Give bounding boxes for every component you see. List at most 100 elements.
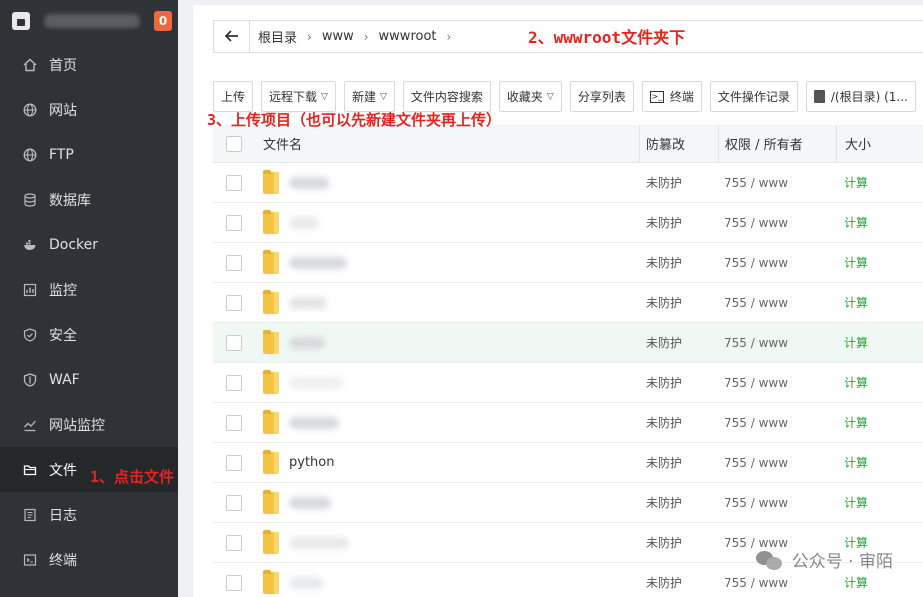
sidebar-item-security[interactable]: 安全 [0,312,178,357]
file-name-cell[interactable] [263,163,639,202]
new-button[interactable]: 新建 ▽ [343,81,395,112]
file-name-cell[interactable] [263,283,639,322]
file-name-cell[interactable] [263,483,639,522]
header-protect[interactable]: 防篡改 [639,125,718,162]
calc-size-link[interactable]: 计算 [836,283,923,322]
remote-download-button[interactable]: 远程下载 ▽ [261,81,336,112]
header-size[interactable]: 大小 [836,125,923,162]
select-all-checkbox[interactable] [226,135,242,152]
calc-size-link[interactable]: 计算 [836,443,923,482]
row-checkbox[interactable] [226,574,242,591]
protect-status[interactable]: 未防护 [639,283,718,322]
row-checkbox[interactable] [226,374,242,391]
permission-owner[interactable]: 755 / www [718,403,836,442]
share-list-button[interactable]: 分享列表 [569,81,634,112]
table-row[interactable]: 未防护 755 / www 计算 [213,363,923,403]
calc-size-link[interactable]: 计算 [836,203,923,242]
permission-owner[interactable]: 755 / www [718,483,836,522]
protect-status[interactable]: 未防护 [639,243,718,282]
protect-status[interactable]: 未防护 [639,163,718,202]
table-row[interactable]: 未防护 755 / www 计算 [213,283,923,323]
breadcrumb-root[interactable]: 根目录 [258,27,297,46]
protect-status[interactable]: 未防护 [639,483,718,522]
permission-owner[interactable]: 755 / www [718,243,836,282]
table-row[interactable]: 未防护 755 / www 计算 [213,323,923,363]
calc-size-link[interactable]: 计算 [836,243,923,282]
permission-owner[interactable]: 755 / www [718,163,836,202]
calc-size-link[interactable]: 计算 [836,403,923,442]
row-checkbox[interactable] [226,534,242,551]
table-row[interactable]: 未防护 755 / www 计算 [213,203,923,243]
file-name-cell[interactable]: python [263,443,639,482]
sidebar-item-monitor[interactable]: 监控 [0,267,178,312]
permission-owner[interactable]: 755 / www [718,363,836,402]
sidebar-item-label: 网站监控 [49,417,105,434]
favorites-button[interactable]: 收藏夹 ▽ [498,81,562,112]
sidebar-item-terminal[interactable]: 终端 [0,537,178,582]
upload-button[interactable]: 上传 [213,81,254,112]
terminal-button[interactable]: >_ 终端 [641,81,702,112]
protect-status[interactable]: 未防护 [639,403,718,442]
file-name-cell[interactable] [263,523,639,562]
content-search-button[interactable]: 文件内容搜索 [402,81,491,112]
sidebar-item-home[interactable]: 首页 [0,42,178,87]
file-name-cell[interactable] [263,403,639,442]
sidebar-item-ftp[interactable]: FTP [0,132,178,177]
folder-icon [263,249,279,274]
sidebar-item-label: Docker [49,236,99,253]
sidebar-item-site-monitor[interactable]: 网站监控 [0,402,178,447]
sidebar-item-database[interactable]: 数据库 [0,177,178,222]
header-filename[interactable]: 文件名 [263,125,639,162]
table-row[interactable]: python 未防护 755 / www 计算 [213,443,923,483]
file-name-cell[interactable] [263,243,639,282]
protect-status[interactable]: 未防护 [639,363,718,402]
row-checkbox[interactable] [226,174,242,191]
calc-size-link[interactable]: 计算 [836,163,923,202]
table-row[interactable]: 未防护 755 / www 计算 [213,483,923,523]
sidebar-item-logs[interactable]: 日志 [0,492,178,537]
folder-icon [23,463,37,477]
permission-owner[interactable]: 755 / www [718,203,836,242]
calc-size-link[interactable]: 计算 [836,483,923,522]
file-name-cell[interactable] [263,363,639,402]
row-checkbox[interactable] [226,214,242,231]
protect-status[interactable]: 未防护 [639,203,718,242]
row-checkbox[interactable] [226,454,242,471]
message-badge[interactable]: 0 [154,11,172,31]
row-checkbox[interactable] [226,254,242,271]
globe-icon [23,103,37,117]
breadcrumb-www[interactable]: www [322,29,354,44]
sidebar-item-waf[interactable]: WAF [0,357,178,402]
protect-status[interactable]: 未防护 [639,443,718,482]
header-permission[interactable]: 权限 / 所有者 [718,125,836,162]
content-search-label: 文件内容搜索 [410,90,483,104]
protect-status[interactable]: 未防护 [639,523,718,562]
permission-owner[interactable]: 755 / www [718,323,836,362]
protect-status[interactable]: 未防护 [639,323,718,362]
calc-size-link[interactable]: 计算 [836,323,923,362]
shield-icon [23,327,37,342]
row-checkbox[interactable] [226,294,242,311]
table-row[interactable]: 未防护 755 / www 计算 [213,163,923,203]
protect-status[interactable]: 未防护 [639,563,718,597]
back-button[interactable] [214,21,250,52]
table-row[interactable]: 未防护 755 / www 计算 [213,403,923,443]
permission-owner[interactable]: 755 / www [718,443,836,482]
table-row[interactable]: 未防护 755 / www 计算 [213,243,923,283]
permission-owner[interactable]: 755 / www [718,283,836,322]
calc-size-link[interactable]: 计算 [836,363,923,402]
sidebar-item-website[interactable]: 网站 [0,87,178,132]
row-checkbox[interactable] [226,414,242,431]
disk-select-button[interactable]: /(根目录) (1... [805,81,916,112]
sidebar-item-docker[interactable]: Docker [0,222,178,267]
file-name-cell[interactable] [263,563,639,597]
file-name-cell[interactable] [263,203,639,242]
chevron-right-icon: › [363,29,369,44]
file-name[interactable]: python [289,455,334,470]
file-name-cell[interactable] [263,323,639,362]
breadcrumb-wwwroot[interactable]: wwwroot [379,29,437,44]
row-checkbox[interactable] [226,334,242,351]
row-checkbox[interactable] [226,494,242,511]
file-log-button[interactable]: 文件操作记录 [709,81,798,112]
disk-icon [813,90,825,103]
